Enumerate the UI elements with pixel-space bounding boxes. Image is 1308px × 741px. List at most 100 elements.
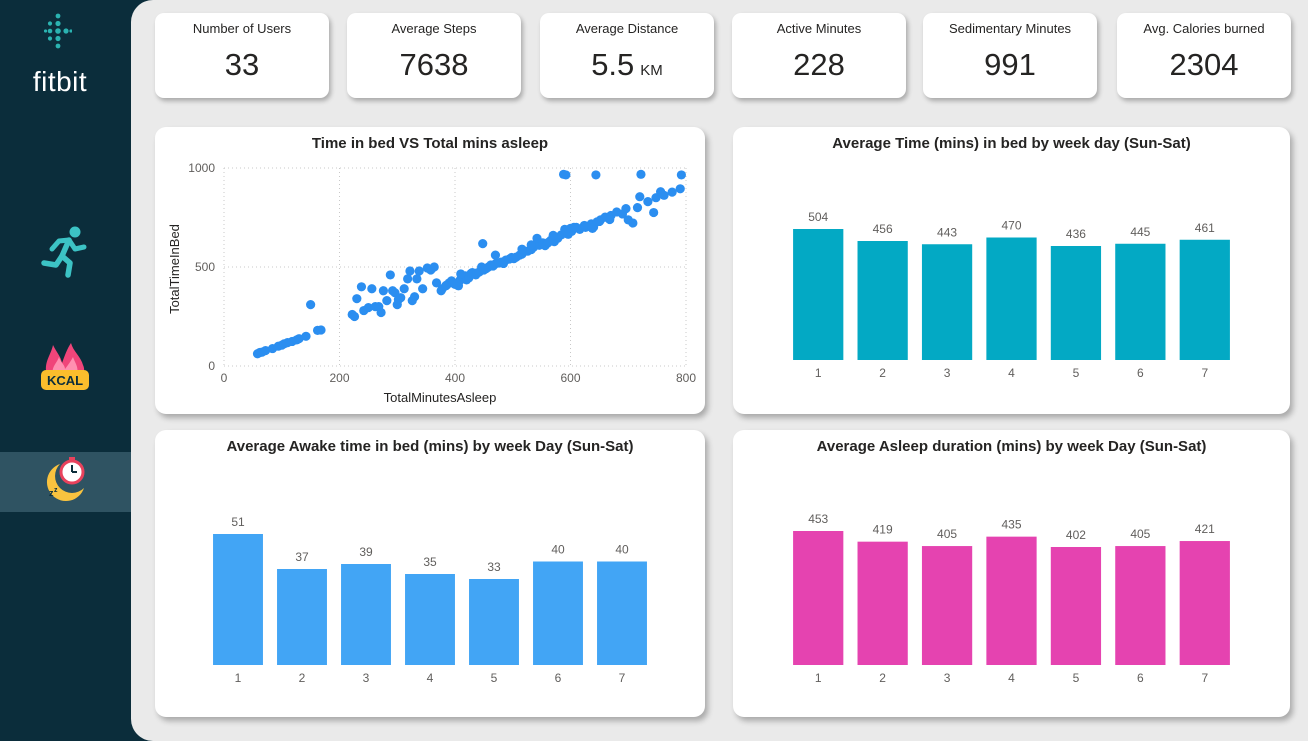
sleep-timer-icon: z z <box>46 457 84 502</box>
nav-item-activity[interactable] <box>0 222 131 282</box>
bar <box>793 531 844 665</box>
kpi-unit: KM <box>640 62 663 79</box>
scatter-point <box>378 286 388 296</box>
bar <box>1050 246 1102 360</box>
dashboard-main: Number of Users 33 Average Steps 7638 Av… <box>131 0 1308 741</box>
scatter-point <box>399 284 409 294</box>
kpi-card-distance: Average Distance 5.5 KM <box>540 13 714 98</box>
scatter-point <box>316 325 326 335</box>
nav-item-calories[interactable]: KCAL <box>0 336 131 396</box>
x-tick-label: 4 <box>427 671 434 685</box>
x-tick-label: 1 <box>815 366 822 380</box>
x-tick-label: 5 <box>1073 671 1080 685</box>
kpi-value: 33 <box>224 47 260 82</box>
x-tick-label: 7 <box>1201 671 1208 685</box>
x-tick-label: 3 <box>944 366 951 380</box>
kpi-card-users: Number of Users 33 <box>155 13 329 98</box>
x-tick-label: 200 <box>329 371 349 385</box>
scatter-point <box>478 239 488 249</box>
scatter-point <box>385 270 395 280</box>
bar <box>1115 243 1166 360</box>
scatter-point <box>632 203 643 213</box>
scatter-point <box>376 307 386 318</box>
scatter-point <box>456 269 466 279</box>
bar <box>341 564 391 665</box>
bar <box>1179 239 1230 360</box>
scatter-point <box>490 250 501 260</box>
bar-value-label: 443 <box>937 225 957 239</box>
kpi-value: 5.5 KM <box>591 47 663 82</box>
x-tick-label: 6 <box>1137 671 1144 685</box>
x-tick-label: 800 <box>676 371 696 385</box>
scatter-point <box>569 222 579 232</box>
bar-value-label: 504 <box>808 210 828 224</box>
kpi-value: 7638 <box>399 47 469 82</box>
bar-value-label: 470 <box>1001 219 1021 233</box>
bar <box>986 237 1037 360</box>
svg-text:z: z <box>54 487 58 494</box>
kpi-card-calories: Avg. Calories burned 2304 <box>1117 13 1291 98</box>
bar-value-label: 40 <box>615 543 629 557</box>
scatter-point <box>605 214 615 225</box>
scatter-point <box>594 216 604 227</box>
x-tick-label: 400 <box>445 371 465 385</box>
bar-chart-card-time-in-bed: Average Time (mins) in bed by week day (… <box>733 127 1290 414</box>
x-tick-label: 7 <box>1201 366 1208 380</box>
bar-chart-awake-time: 511372393354335406407 <box>213 515 647 685</box>
kcal-badge-label: KCAL <box>46 373 82 388</box>
scatter-point <box>676 170 686 180</box>
bar <box>405 574 455 665</box>
bar <box>533 561 583 665</box>
kpi-card-active-minutes: Active Minutes 228 <box>732 13 906 98</box>
scatter-point <box>517 244 527 254</box>
x-tick-label: 3 <box>363 671 370 685</box>
scatter-point <box>635 192 645 202</box>
kpi-label: Sedimentary Minutes <box>948 21 1072 36</box>
bar <box>213 534 263 665</box>
bar-value-label: 453 <box>808 512 828 526</box>
x-axis-title: TotalMinutesAsleep <box>384 390 497 405</box>
bar-value-label: 461 <box>1195 221 1215 235</box>
bar-chart-asleep-duration: 453 1 419 2 405 3 435 4 402 5 405 6 421 7 <box>793 512 1230 685</box>
x-tick-label: 6 <box>1137 366 1144 380</box>
x-tick-label: 2 <box>879 366 886 380</box>
kpi-card-steps: Average Steps 7638 <box>347 13 521 98</box>
bar-value-label: 405 <box>937 527 957 541</box>
bar-value-label: 51 <box>231 515 245 529</box>
scatter-point <box>414 266 424 276</box>
scatter-point <box>643 197 653 207</box>
running-person-icon <box>40 226 86 278</box>
scatter-point <box>405 266 415 276</box>
x-tick-label: 7 <box>619 671 626 685</box>
bar-value-label: 435 <box>1001 518 1021 532</box>
scatter-point <box>352 294 362 304</box>
fitbit-logo-icon <box>44 13 72 49</box>
scatter-point <box>655 187 666 197</box>
bar-chart-card-asleep-duration: Average Asleep duration (mins) by week D… <box>733 430 1290 717</box>
bar <box>469 579 519 665</box>
scatter-point <box>561 170 571 180</box>
bar-value-label: 436 <box>1066 227 1086 241</box>
bar-value-label: 456 <box>873 222 893 236</box>
bar <box>1115 546 1166 665</box>
scatter-point <box>367 284 377 294</box>
x-tick-label: 2 <box>299 671 306 685</box>
kpi-value: 991 <box>984 47 1036 82</box>
bar-chart-time-in-bed: 504 1 456 2 443 3 470 4 436 5 445 6 461 7 <box>793 210 1230 380</box>
y-tick-label: 500 <box>195 260 215 274</box>
scatter-point <box>532 233 542 243</box>
bar-value-label: 445 <box>1130 225 1150 239</box>
x-tick-label: 4 <box>1008 671 1015 685</box>
bar-value-label: 421 <box>1195 522 1215 536</box>
bar-value-label: 402 <box>1066 528 1086 542</box>
x-tick-label: 3 <box>944 671 951 685</box>
nav-item-sleep[interactable]: z z <box>0 452 131 512</box>
scatter-plot: 0 200 400 600 800 0 500 1000 TotalMinutesAsleep T… <box>167 161 696 405</box>
bar <box>793 229 844 360</box>
bar <box>597 561 647 665</box>
kpi-value: 228 <box>793 47 845 82</box>
bar <box>921 546 973 665</box>
brand-name: fitbit <box>32 66 88 97</box>
scatter-point <box>649 207 659 218</box>
scatter-point <box>587 223 598 233</box>
